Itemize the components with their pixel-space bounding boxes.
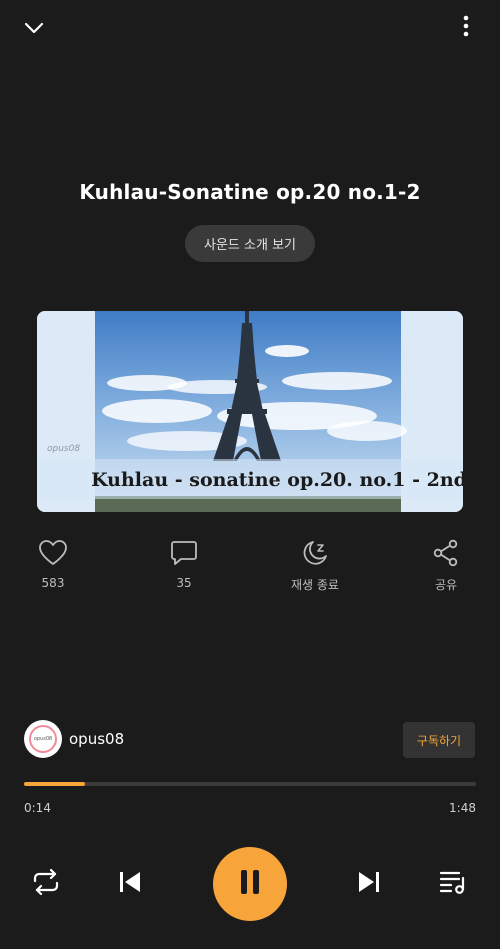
subscribe-button[interactable]: 구독하기 (403, 722, 475, 758)
comment-button[interactable]: 35 (139, 538, 229, 590)
share-button[interactable]: 공유 (401, 538, 491, 593)
sound-intro-button[interactable]: 사운드 소개 보기 (185, 225, 315, 262)
progress-fill (24, 782, 86, 786)
skip-previous-icon (118, 870, 142, 898)
cover-caption: Kuhlau - sonatine op.20. no.1 - 2nd (91, 469, 463, 491)
track-title: Kuhlau-Sonatine op.20 no.1-2 (79, 180, 421, 204)
pause-button[interactable] (213, 847, 287, 921)
like-button[interactable]: 583 (8, 538, 98, 590)
share-label: 공유 (434, 578, 458, 592)
playlist-button[interactable] (437, 868, 469, 900)
sleep-timer-button[interactable]: 재생 종료 (270, 538, 360, 593)
artist-name[interactable]: opus08 (69, 730, 124, 748)
collapse-button[interactable] (18, 12, 50, 44)
share-icon (401, 538, 491, 568)
comment-icon (139, 538, 229, 568)
sleep-timer-icon (270, 538, 360, 568)
heart-icon (8, 538, 98, 568)
comment-count: 35 (176, 576, 192, 590)
chevron-down-icon (24, 19, 44, 38)
avatar-logo: opus08 (29, 725, 57, 753)
playlist-icon (439, 870, 467, 898)
previous-button[interactable] (114, 868, 146, 900)
avatar[interactable]: opus08 (24, 720, 62, 758)
cover-watermark: opus08 (47, 444, 81, 454)
progress-bar[interactable] (24, 782, 476, 786)
next-button[interactable] (353, 868, 385, 900)
more-vertical-icon (463, 15, 469, 41)
sleep-timer-label: 재생 종료 (291, 578, 339, 592)
skip-next-icon (357, 870, 381, 898)
pause-icon (239, 868, 261, 900)
repeat-icon (32, 868, 60, 899)
cover-art: opus08 Kuhlau - sonatine op.20. no.1 - 2… (37, 311, 463, 512)
elapsed-time: 0:14 (24, 801, 51, 815)
total-duration: 1:48 (449, 801, 476, 815)
more-options-button[interactable] (450, 12, 482, 44)
repeat-button[interactable] (30, 868, 62, 900)
like-count: 583 (41, 576, 65, 590)
artist-profile[interactable]: opus08 opus08 (24, 720, 124, 758)
